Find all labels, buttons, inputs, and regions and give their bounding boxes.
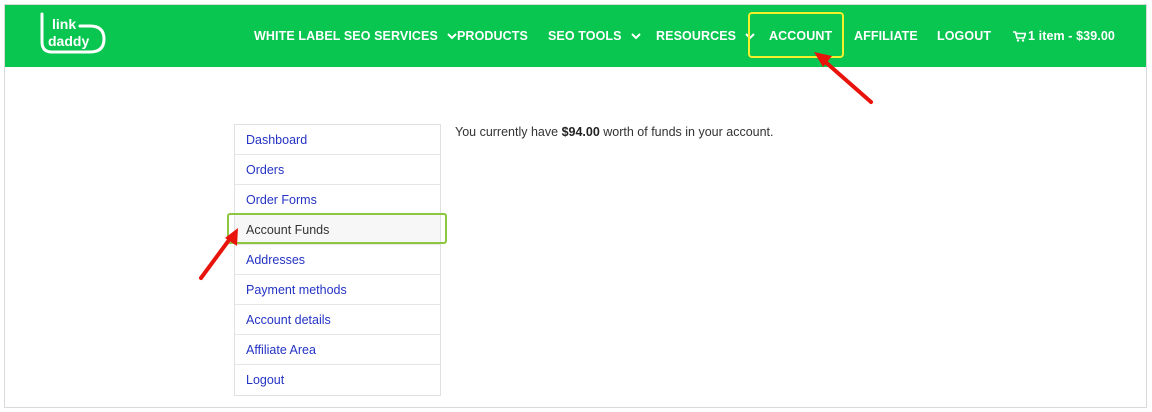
nav-logout[interactable]: LOGOUT [937,5,991,67]
sidebar-item-orders[interactable]: Orders [235,155,440,185]
nav-resources[interactable]: RESOURCES [656,5,755,67]
sidebar-item-account-details[interactable]: Account details [235,305,440,335]
nav-affiliate[interactable]: AFFILIATE [854,5,918,67]
nav-resources-label: RESOURCES [656,29,737,43]
chevron-down-icon [630,32,641,40]
account-funds-message: You currently have $94.00 worth of funds… [455,125,774,139]
nav-white-label-label: WHITE LABEL SEO SERVICES [254,29,438,43]
nav-white-label-seo-services[interactable]: WHITE LABEL SEO SERVICES [254,5,457,67]
logo-text-link: link [52,16,76,32]
sidebar-item-addresses[interactable]: Addresses [235,245,440,275]
top-navbar: link daddy WHITE LABEL SEO SERVICES PROD… [5,5,1146,67]
sidebar-item-payment-methods[interactable]: Payment methods [235,275,440,305]
browser-page-frame: link daddy WHITE LABEL SEO SERVICES PROD… [4,4,1147,408]
nav-seo-tools[interactable]: SEO TOOLS [548,5,641,67]
sidebar-item-logout[interactable]: Logout [235,365,440,395]
account-funds-highlight-box [227,213,447,244]
funds-suffix: worth of funds in your account. [599,125,774,139]
logo-text-daddy: daddy [48,33,89,49]
nav-affiliate-label: AFFILIATE [854,29,918,43]
cart-icon [1013,30,1026,42]
linkdaddy-logo[interactable]: link daddy [36,12,108,56]
nav-cart[interactable]: 1 item - $39.00 [1013,5,1115,67]
cart-summary: 1 item - $39.00 [1028,29,1115,43]
nav-seo-tools-label: SEO TOOLS [548,29,622,43]
funds-amount: $94.00 [561,125,600,139]
chevron-down-icon [447,32,457,40]
nav-logout-label: LOGOUT [937,29,992,43]
sidebar-item-affiliate-area[interactable]: Affiliate Area [235,335,440,365]
funds-prefix: You currently have [455,125,562,139]
nav-products-label: PRODUCTS [457,29,528,43]
sidebar-item-order-forms[interactable]: Order Forms [235,185,440,215]
sidebar-item-dashboard[interactable]: Dashboard [235,125,440,155]
nav-products[interactable]: PRODUCTS [457,5,528,67]
account-sidebar-menu: Dashboard Orders Order Forms Account Fun… [234,124,441,396]
account-highlight-box [748,12,844,58]
